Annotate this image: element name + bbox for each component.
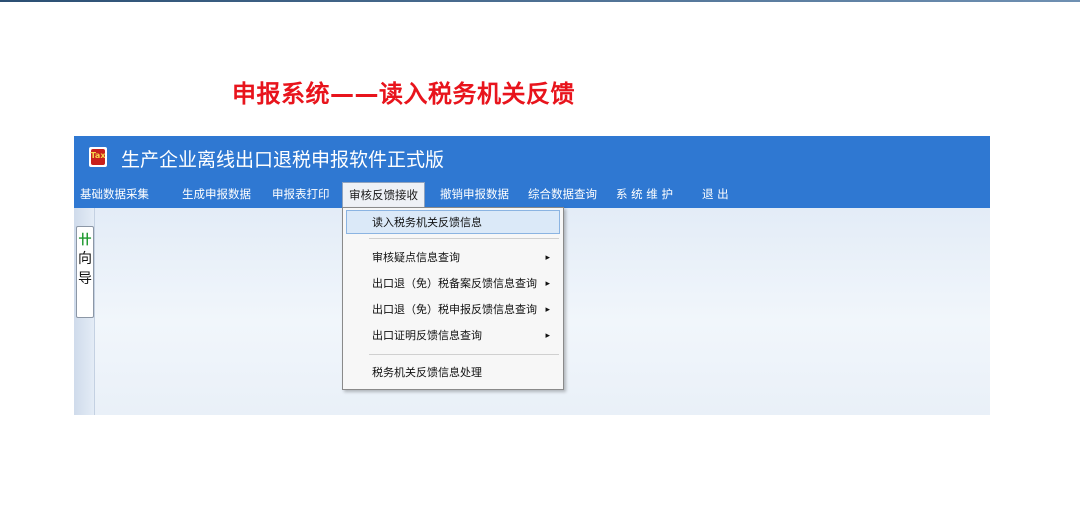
dropdown-item-label: 出口证明反馈信息查询 — [372, 329, 482, 342]
window-title: 生产企业离线出口退税申报软件正式版 — [121, 149, 445, 171]
submenu-arrow-icon: ▸ — [545, 305, 550, 315]
dropdown-item-audit-query[interactable]: 审核疑点信息查询 ▸ — [346, 246, 560, 270]
dropdown-item-label: 读入税务机关反馈信息 — [372, 216, 482, 229]
menu-query-data[interactable]: 综合数据查询 — [528, 186, 597, 202]
submenu-arrow-icon: ▸ — [545, 253, 550, 263]
dropdown-item-filing-feedback-query[interactable]: 出口退（免）税备案反馈信息查询 ▸ — [346, 272, 560, 296]
dropdown-item-declaration-feedback-query[interactable]: 出口退（免）税申报反馈信息查询 ▸ — [346, 298, 560, 322]
menu-exit[interactable]: 退 出 — [702, 186, 729, 202]
menu-basic-data[interactable]: 基础数据采集 — [80, 186, 149, 202]
menu-system-maintenance[interactable]: 系 统 维 护 — [616, 186, 673, 202]
guide-icon: 卄 — [78, 233, 92, 248]
dropdown-item-label: 出口退（免）税备案反馈信息查询 — [372, 277, 537, 290]
dropdown-separator — [369, 238, 559, 239]
submenu-arrow-icon: ▸ — [545, 279, 550, 289]
submenu-arrow-icon: ▸ — [545, 331, 550, 341]
window-titlebar: Tax 生产企业离线出口退税申报软件正式版 — [74, 136, 990, 182]
dropdown-separator — [369, 354, 559, 355]
slide-title: 申报系统——读入税务机关反馈 — [232, 80, 575, 108]
app-logo-text: Tax — [90, 151, 106, 160]
dropdown-item-label: 审核疑点信息查询 — [372, 251, 460, 264]
guide-label: 向导 — [78, 251, 92, 287]
dropdown-item-read-feedback[interactable]: 读入税务机关反馈信息 — [346, 210, 560, 234]
menu-bar: 基础数据采集 生成申报数据 申报表打印 审核反馈接收 撤销申报数据 综合数据查询… — [74, 182, 990, 208]
left-side-strip: 卄 向导 — [74, 208, 95, 415]
menu-print-report[interactable]: 申报表打印 — [272, 186, 330, 202]
dropdown-item-label: 出口退（免）税申报反馈信息查询 — [372, 303, 537, 316]
dropdown-item-label: 税务机关反馈信息处理 — [372, 366, 482, 379]
dropdown-item-feedback-processing[interactable]: 税务机关反馈信息处理 — [346, 361, 560, 385]
menu-review-feedback[interactable]: 审核反馈接收 — [342, 182, 425, 207]
app-logo-icon: Tax — [89, 147, 107, 167]
dropdown-item-certificate-feedback-query[interactable]: 出口证明反馈信息查询 ▸ — [346, 324, 560, 348]
menu-revoke-data[interactable]: 撤销申报数据 — [440, 186, 509, 202]
guide-tab[interactable]: 卄 向导 — [76, 226, 94, 318]
top-border-line — [0, 0, 1080, 2]
menu-generate-data[interactable]: 生成申报数据 — [182, 186, 251, 202]
review-feedback-dropdown: 读入税务机关反馈信息 审核疑点信息查询 ▸ 出口退（免）税备案反馈信息查询 ▸ … — [342, 207, 564, 390]
